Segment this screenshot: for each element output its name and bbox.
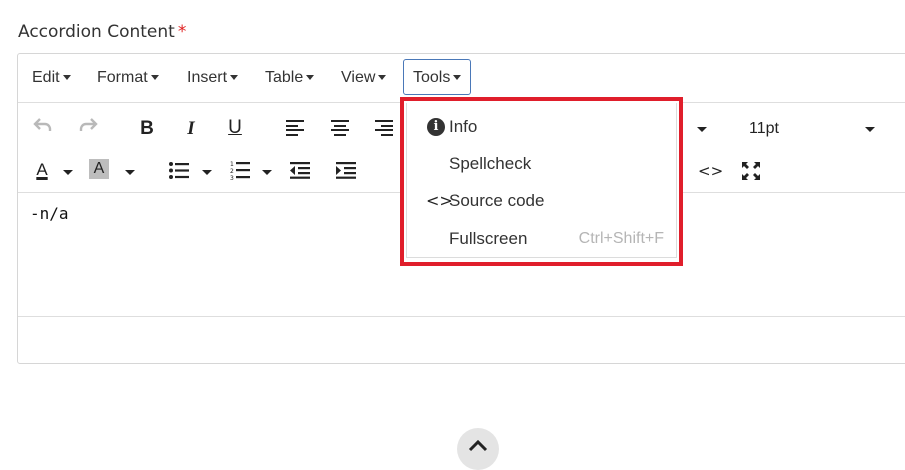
chevron-down-icon: [62, 75, 71, 81]
numbered-list-icon[interactable]: 123: [230, 160, 250, 182]
font-color-button[interactable]: A: [32, 158, 52, 182]
menu-insert-label: Insert: [187, 69, 228, 86]
field-label: Accordion Content *: [18, 22, 186, 42]
svg-text:1: 1: [230, 161, 234, 168]
align-center-icon[interactable]: [331, 120, 349, 136]
fullscreen-shortcut: Ctrl+Shift+F: [578, 230, 664, 247]
menu-item-info[interactable]: i Info: [407, 109, 676, 145]
menu-item-fullscreen-label: Fullscreen: [449, 229, 528, 248]
info-icon: i: [427, 118, 445, 136]
chevron-down-icon: [378, 75, 387, 81]
editor-content-text: -n/a: [30, 204, 69, 223]
font-size-dropdown-caret[interactable]: [865, 127, 875, 132]
outdent-icon[interactable]: [290, 162, 310, 179]
menu-table-label: Table: [265, 69, 304, 86]
highlight-color-button[interactable]: A: [89, 159, 109, 179]
indent-icon[interactable]: [336, 162, 356, 179]
menu-tools[interactable]: Tools: [403, 59, 472, 95]
bold-button[interactable]: B: [137, 117, 157, 141]
redo-icon[interactable]: [77, 116, 99, 141]
menu-format[interactable]: Format: [97, 66, 159, 90]
svg-text:2: 2: [230, 168, 234, 175]
align-left-icon[interactable]: [286, 120, 304, 136]
menu-edit-label: Edit: [32, 69, 60, 86]
menu-insert[interactable]: Insert: [187, 66, 239, 90]
menu-tools-label: Tools: [413, 69, 451, 86]
font-size-select[interactable]: 11pt: [749, 117, 779, 141]
menu-item-fullscreen[interactable]: Fullscreen Ctrl+Shift+F: [407, 221, 676, 257]
required-marker: *: [177, 22, 187, 42]
chevron-down-icon: [230, 75, 239, 81]
tools-dropdown-menu: i Info Spellcheck <> Source code Fullscr…: [406, 103, 677, 258]
menu-item-source-code-label: Source code: [449, 191, 545, 210]
font-color-caret[interactable]: [63, 170, 73, 175]
chevron-up-icon: [468, 439, 488, 452]
chevron-down-icon: [150, 75, 159, 81]
undo-icon[interactable]: [32, 116, 54, 141]
menu-view-label: View: [341, 69, 376, 86]
menu-item-source-code[interactable]: <> Source code: [407, 183, 676, 219]
source-code-button[interactable]: <>: [698, 159, 723, 183]
menu-item-spellcheck-label: Spellcheck: [449, 154, 532, 173]
bullet-list-icon[interactable]: [169, 162, 189, 179]
fullscreen-icon[interactable]: [741, 161, 761, 181]
align-right-icon[interactable]: [375, 120, 393, 136]
field-label-text: Accordion Content: [18, 22, 175, 42]
menu-item-info-label: Info: [449, 117, 478, 136]
numbered-list-caret[interactable]: [262, 170, 272, 175]
highlight-color-caret[interactable]: [125, 170, 135, 175]
tools-dropdown-highlight: i Info Spellcheck <> Source code Fullscr…: [400, 97, 683, 266]
italic-button[interactable]: I: [181, 117, 201, 141]
chevron-down-icon: [453, 75, 462, 81]
bullet-list-caret[interactable]: [202, 170, 212, 175]
menu-format-label: Format: [97, 69, 148, 86]
menu-table[interactable]: Table: [265, 66, 315, 90]
scroll-to-top-button[interactable]: [457, 428, 499, 470]
menu-item-spellcheck[interactable]: Spellcheck: [407, 146, 676, 182]
menu-edit[interactable]: Edit: [32, 66, 71, 90]
editor-menubar: Edit Format Insert Table View Tools: [18, 54, 905, 103]
svg-text:3: 3: [230, 175, 234, 180]
menu-view[interactable]: View: [341, 66, 387, 90]
chevron-down-icon: [306, 75, 315, 81]
font-family-dropdown-caret[interactable]: [697, 127, 707, 132]
underline-button[interactable]: U: [225, 116, 245, 140]
